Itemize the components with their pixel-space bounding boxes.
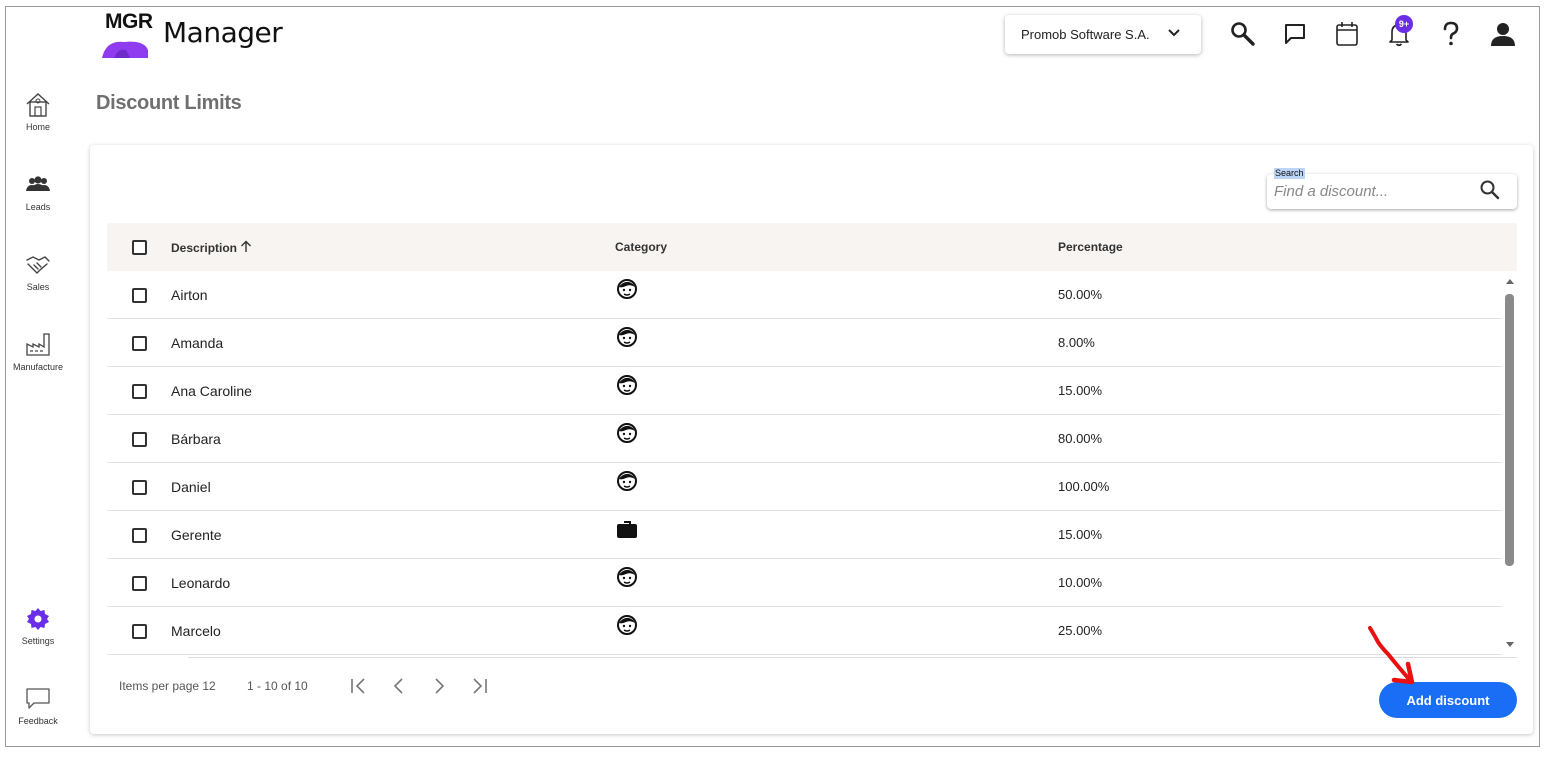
table-row[interactable]: Marcelo 25.00%: [107, 607, 1502, 655]
row-percentage: 100.00%: [1058, 479, 1110, 494]
row-description: Airton: [171, 287, 208, 303]
row-description: Amanda: [171, 335, 224, 351]
row-checkbox[interactable]: [132, 576, 147, 591]
logo-shape: [102, 41, 148, 58]
row-percentage: 15.00%: [1058, 527, 1103, 542]
row-description: Marcelo: [171, 623, 221, 639]
row-percentage: 10.00%: [1058, 575, 1103, 590]
notification-badge: 9+: [1395, 15, 1413, 33]
user-face-icon: [616, 422, 638, 449]
user-face-icon: [616, 566, 638, 593]
sidebar-item-label: Home: [25, 122, 50, 132]
row-percentage: 8.00%: [1058, 335, 1095, 350]
sidebar-item-label: Manufacture: [12, 362, 64, 372]
chevron-down-icon: [1168, 29, 1180, 37]
row-checkbox[interactable]: [132, 336, 147, 351]
company-select-label: Promob Software S.A.: [1021, 27, 1150, 42]
chevron-left-icon: [393, 678, 403, 694]
chat-icon[interactable]: [1281, 20, 1309, 48]
sort-arrow-up-icon: [241, 240, 252, 252]
sidebar-item-label: Feedback: [18, 716, 58, 726]
app-title: Manager: [163, 16, 283, 49]
column-header-percentage[interactable]: Percentage: [1058, 240, 1123, 254]
search-icon: [1480, 180, 1500, 200]
scroll-up-icon[interactable]: [1505, 276, 1515, 286]
next-page-button[interactable]: [429, 676, 449, 701]
row-description: Daniel: [171, 479, 211, 495]
row-description: Ana Caroline: [171, 383, 252, 399]
search-icon[interactable]: [1229, 20, 1257, 48]
row-checkbox[interactable]: [132, 480, 147, 495]
user-face-icon: [616, 326, 638, 353]
handshake-icon: [26, 256, 50, 274]
row-checkbox[interactable]: [132, 288, 147, 303]
row-percentage: 15.00%: [1058, 383, 1103, 398]
page-range: 1 - 10 of 10: [247, 679, 308, 693]
user-face-icon: [616, 278, 638, 305]
table-row[interactable]: Bárbara 80.00%: [107, 415, 1502, 463]
help-icon[interactable]: [1437, 20, 1465, 48]
row-checkbox[interactable]: [132, 624, 147, 639]
last-page-button[interactable]: [469, 676, 489, 701]
row-description: Bárbara: [171, 431, 221, 447]
search-button[interactable]: [1479, 179, 1501, 206]
divider: [188, 657, 1517, 658]
table-header: Description Category Percentage: [107, 223, 1517, 271]
logo-text: MGR: [105, 10, 153, 33]
table-row[interactable]: Amanda 8.00%: [107, 319, 1502, 367]
user-face-icon: [616, 470, 638, 497]
row-checkbox[interactable]: [132, 528, 147, 543]
row-percentage: 50.00%: [1058, 287, 1103, 302]
gear-icon: [27, 608, 49, 630]
table-row[interactable]: Ana Caroline 15.00%: [107, 367, 1502, 415]
factory-icon: [26, 333, 50, 356]
page-title: Discount Limits: [96, 92, 242, 114]
calendar-icon[interactable]: [1333, 20, 1361, 48]
first-page-button[interactable]: [349, 676, 369, 701]
sidebar-item-sales[interactable]: Sales: [8, 252, 68, 292]
home-icon: [26, 93, 50, 117]
table-row[interactable]: Gerente 15.00%: [107, 511, 1502, 559]
sidebar-item-leads[interactable]: Leads: [8, 172, 68, 212]
table-row[interactable]: Daniel 100.00%: [107, 463, 1502, 511]
items-per-page[interactable]: Items per page 12: [119, 679, 216, 693]
last-page-icon: [473, 678, 487, 694]
sidebar-item-home[interactable]: Home: [8, 92, 68, 132]
sidebar-item-label: Leads: [25, 202, 51, 212]
row-percentage: 25.00%: [1058, 623, 1103, 638]
sidebar-item-settings[interactable]: Settings: [8, 606, 68, 646]
annotation-arrow-icon: [1368, 626, 1415, 685]
sidebar-item-label: Settings: [21, 636, 55, 646]
row-percentage: 80.00%: [1058, 431, 1103, 446]
row-description: Leonardo: [171, 575, 231, 591]
row-description: Gerente: [171, 527, 222, 543]
sidebar-item-manufacture[interactable]: Manufacture: [8, 332, 68, 372]
previous-page-button[interactable]: [389, 676, 409, 701]
table-row[interactable]: Leonardo 10.00%: [107, 559, 1502, 607]
leads-icon: [26, 176, 50, 191]
user-face-icon: [616, 614, 638, 641]
company-select[interactable]: Promob Software S.A.: [1005, 15, 1201, 54]
user-face-icon: [616, 374, 638, 401]
row-checkbox[interactable]: [132, 384, 147, 399]
scroll-thumb[interactable]: [1505, 294, 1514, 566]
first-page-icon: [351, 678, 365, 694]
select-all-checkbox[interactable]: [132, 240, 147, 255]
sidebar-item-label: Sales: [26, 282, 50, 292]
feedback-icon: [26, 688, 50, 709]
search-label: Search: [1274, 168, 1305, 179]
add-discount-button[interactable]: Add discount: [1379, 682, 1517, 718]
briefcase-icon: [616, 518, 638, 545]
row-checkbox[interactable]: [132, 432, 147, 447]
column-header-description[interactable]: Description: [171, 240, 252, 255]
search-input[interactable]: [1274, 181, 1474, 201]
sidebar-item-feedback[interactable]: Feedback: [8, 686, 68, 726]
app-logo[interactable]: MGR: [96, 8, 154, 62]
column-header-category[interactable]: Category: [615, 240, 667, 254]
scroll-down-icon[interactable]: [1505, 640, 1515, 650]
chevron-right-icon: [435, 678, 445, 694]
user-icon[interactable]: [1489, 20, 1517, 48]
table-row[interactable]: Airton 50.00%: [107, 271, 1502, 319]
